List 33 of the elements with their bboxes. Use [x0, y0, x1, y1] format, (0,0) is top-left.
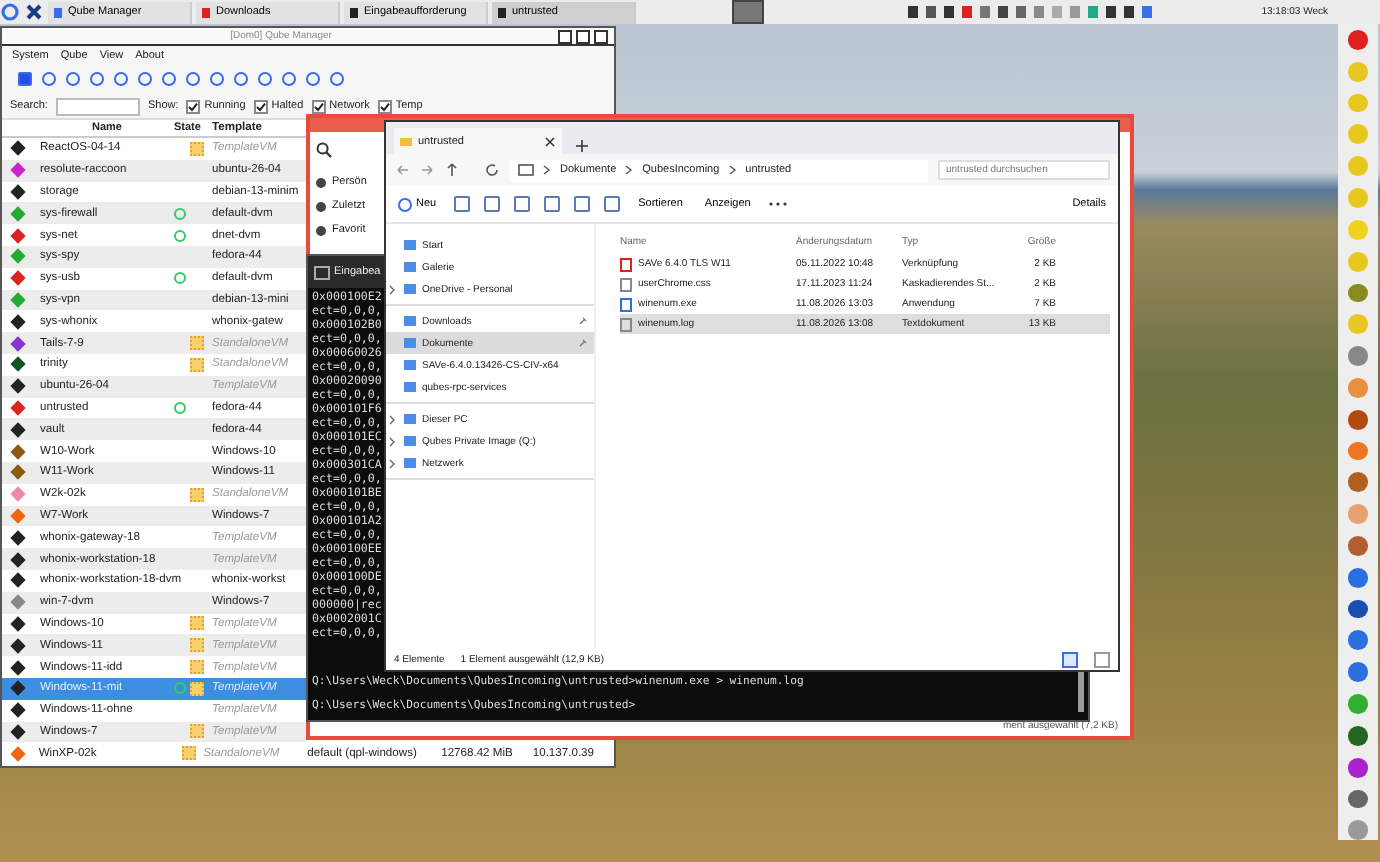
chevron-icon[interactable]: [388, 283, 396, 295]
scrollbar[interactable]: [1078, 668, 1084, 712]
checkbox[interactable]: [253, 99, 268, 113]
chevron-icon[interactable]: [624, 164, 635, 176]
round-app-icon[interactable]: [1348, 472, 1368, 493]
monitor-icon: [518, 163, 534, 177]
tiles-view-icon[interactable]: [1094, 651, 1110, 667]
round-app-icon[interactable]: [1348, 630, 1368, 651]
checkbox[interactable]: [311, 99, 326, 113]
screen-icon[interactable]: [732, 0, 764, 24]
terminal-icon: [314, 265, 330, 279]
chevron-icon[interactable]: [388, 413, 396, 425]
cross-icon[interactable]: [24, 2, 44, 22]
round-app-icon[interactable]: [1348, 346, 1368, 366]
chevron-icon[interactable]: [542, 164, 552, 176]
round-app-icon[interactable]: [1348, 567, 1368, 588]
chevron-icon[interactable]: [727, 164, 738, 176]
plus-icon[interactable]: [574, 138, 590, 154]
search-field[interactable]: [55, 97, 140, 115]
round-app-icon[interactable]: [1348, 409, 1368, 430]
chevron-icon[interactable]: [388, 457, 396, 469]
round-app-icon[interactable]: [1348, 30, 1368, 50]
round-app-icon[interactable]: [1348, 662, 1368, 683]
q-logo-icon[interactable]: [0, 2, 20, 22]
checkbox[interactable]: [377, 99, 392, 113]
checkbox[interactable]: [186, 99, 201, 113]
details-view-icon[interactable]: [1062, 651, 1078, 667]
round-app-icon[interactable]: [1348, 725, 1368, 746]
round-app-icon[interactable]: [1348, 599, 1368, 619]
more-icon[interactable]: [768, 200, 789, 208]
circle-icon[interactable]: [138, 72, 152, 86]
chevron-icon[interactable]: [388, 435, 396, 447]
folder-icon: [400, 137, 412, 145]
